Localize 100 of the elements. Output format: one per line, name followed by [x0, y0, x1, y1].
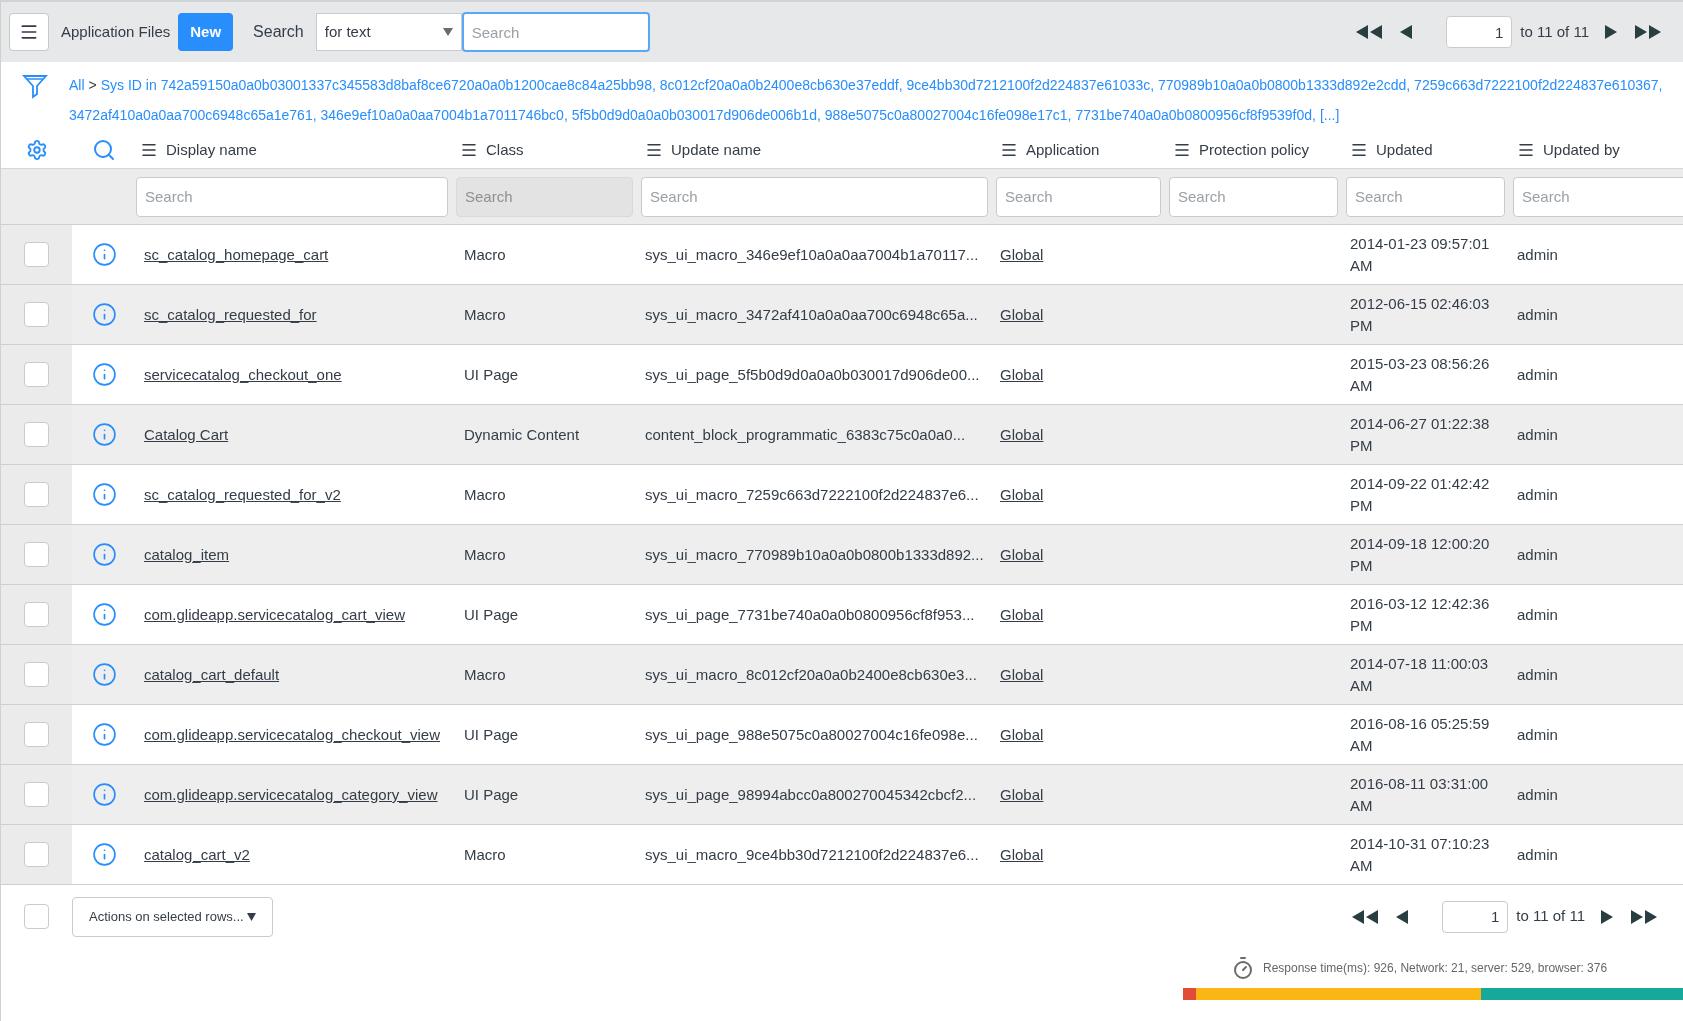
info-icon[interactable]	[91, 782, 117, 807]
column-search-field[interactable]: Search	[136, 176, 448, 217]
display-name-link[interactable]: Catalog Cart	[144, 425, 229, 443]
info-icon[interactable]	[91, 842, 117, 867]
application-link[interactable]: Global	[1000, 785, 1044, 803]
next-page-icon[interactable]	[1605, 23, 1619, 41]
application-link[interactable]: Global	[1000, 605, 1044, 623]
display-name-link[interactable]: catalog_cart_default	[144, 665, 280, 683]
filter-icon[interactable]	[21, 72, 49, 100]
application-link[interactable]: Global	[1000, 245, 1044, 263]
table-row[interactable]: Catalog Cart Dynamic Content content_block_programmatic_6383c75c0a0a0... Global 2014-06-27 01:22:38 PM admin	[1, 404, 1683, 464]
menu-button[interactable]	[9, 13, 49, 51]
table-row[interactable]: catalog_cart_default Macro sys_ui_macro_8c012cf20a0a0b2400e8cb630e3... Global 2014-07-18 11:00:03 AM admin	[1, 644, 1683, 704]
application-link[interactable]: Global	[1000, 365, 1044, 383]
row-checkbox[interactable]	[24, 362, 49, 387]
settings-icon[interactable]	[25, 139, 48, 161]
application-link[interactable]: Global	[1000, 305, 1044, 323]
display-name-link[interactable]: servicecatalog_checkout_one	[144, 365, 342, 383]
info-icon[interactable]	[91, 302, 117, 327]
table-row[interactable]: servicecatalog_checkout_one UI Page sys_ui_page_5f5b0d9d0a0a0b030017d906de00... Global 2015-03-23 08:56:26 AM admin	[1, 344, 1683, 404]
display-name-link[interactable]: com.glideapp.servicecatalog_category_view	[144, 785, 438, 803]
info-icon[interactable]	[91, 722, 117, 747]
display-name-link[interactable]: com.glideapp.servicecatalog_checkout_view	[144, 725, 440, 743]
column-search-field[interactable]: Search	[1346, 176, 1505, 217]
table-row[interactable]: sc_catalog_requested_for Macro sys_ui_macro_3472af410a0a0aa700c6948c65a... Global 2012-06-15 02:46:03 PM admin	[1, 284, 1683, 344]
application-link[interactable]: Global	[1000, 725, 1044, 743]
row-checkbox[interactable]	[24, 904, 49, 929]
column-menu-icon[interactable]	[1173, 141, 1191, 159]
table-row[interactable]: com.glideapp.servicecatalog_category_view UI Page sys_ui_page_98994abcc0a800270045342cbcf2... Global 2016-08-11 03:31:00 AM admin	[1, 764, 1683, 824]
row-checkbox[interactable]	[24, 302, 49, 327]
column-search-field[interactable]: Search	[1513, 176, 1683, 217]
column-header[interactable]: Application	[1026, 138, 1100, 162]
table-cell-text: 2014-06-27 01:22:38 PM	[1350, 413, 1491, 456]
row-checkbox[interactable]	[24, 722, 49, 747]
table-row[interactable]: sc_catalog_homepage_cart Macro sys_ui_macro_346e9ef10a0a0aa7004b1a70117... Global 2014-01-23 09:57:01 AM admin	[1, 224, 1683, 284]
table-row[interactable]: catalog_item Macro sys_ui_macro_770989b10a0a0b0800b1333d892... Global 2014-09-18 12:00:20 PM admin	[1, 524, 1683, 584]
column-search-field[interactable]: Search	[1169, 176, 1338, 217]
info-icon[interactable]	[91, 482, 117, 507]
column-header[interactable]: Updated by	[1543, 138, 1620, 162]
column-menu-icon[interactable]	[460, 141, 478, 159]
actions-dropdown[interactable]: Actions on selected rows...	[72, 896, 273, 937]
application-link[interactable]: Global	[1000, 485, 1044, 503]
table-cell: sys_ui_page_7731be740a0a0b0800956cf8f953...	[645, 605, 975, 623]
last-page-icon[interactable]	[1631, 907, 1659, 926]
display-name-link[interactable]: catalog_cart_v2	[144, 845, 250, 863]
row-checkbox[interactable]	[24, 782, 49, 807]
page-number-field[interactable]: 1	[1442, 900, 1509, 933]
first-page-icon[interactable]	[1352, 907, 1381, 926]
column-menu-icon[interactable]	[140, 141, 158, 159]
display-name-link[interactable]: catalog_item	[144, 545, 230, 563]
search-icon[interactable]	[92, 138, 116, 162]
table-row[interactable]: sc_catalog_requested_for_v2 Macro sys_ui_macro_7259c663d7222100f2d224837e6... Global 2014-09-22 01:42:42 PM admin	[1, 464, 1683, 524]
menu-icon	[19, 22, 39, 42]
row-checkbox[interactable]	[24, 242, 49, 267]
display-name-link[interactable]: sc_catalog_requested_for_v2	[144, 485, 341, 503]
search-type-dropdown[interactable]: for text	[315, 13, 462, 51]
previous-page-icon[interactable]	[1400, 23, 1415, 41]
next-page-icon[interactable]	[1601, 907, 1615, 926]
table-cell: admin	[1517, 665, 1558, 683]
application-link[interactable]: Global	[1000, 545, 1044, 563]
column-header[interactable]: Updated	[1376, 138, 1433, 162]
row-checkbox[interactable]	[24, 662, 49, 687]
application-link[interactable]: Global	[1000, 665, 1044, 683]
application-link[interactable]: Global	[1000, 425, 1044, 443]
page-number-field[interactable]: 1	[1446, 16, 1513, 48]
column-header[interactable]: Display name	[166, 138, 257, 162]
table-row[interactable]: catalog_cart_v2 Macro sys_ui_macro_9ce4bb30d7212100f2d224837e6... Global 2014-10-31 07:10:23 AM admin	[1, 824, 1683, 884]
first-page-icon[interactable]	[1356, 23, 1385, 41]
info-icon[interactable]	[91, 602, 117, 627]
last-page-icon[interactable]	[1635, 23, 1663, 41]
column-menu-icon[interactable]	[1350, 141, 1368, 159]
table-cell-text: 2016-03-12 12:42:36 PM	[1350, 593, 1491, 636]
table-row[interactable]: com.glideapp.servicecatalog_cart_view UI Page sys_ui_page_7731be740a0a0b0800956cf8f953... Global 2016-03-12 12:42:36 PM admin	[1, 584, 1683, 644]
info-icon[interactable]	[91, 422, 117, 447]
row-checkbox[interactable]	[24, 482, 49, 507]
row-checkbox[interactable]	[24, 602, 49, 627]
column-menu-icon[interactable]	[1000, 141, 1018, 159]
previous-page-icon[interactable]	[1396, 907, 1411, 926]
column-search-field[interactable]: Search	[996, 176, 1161, 217]
row-checkbox[interactable]	[24, 542, 49, 567]
table-row[interactable]: com.glideapp.servicecatalog_checkout_view UI Page sys_ui_page_988e5075c0a80027004c16fe098e... Global 2016-08-16 05:25:59 AM admin	[1, 704, 1683, 764]
display-name-link[interactable]: sc_catalog_homepage_cart	[144, 245, 329, 263]
info-icon[interactable]	[91, 662, 117, 687]
info-icon[interactable]	[91, 362, 117, 387]
application-link[interactable]: Global	[1000, 845, 1044, 863]
column-header[interactable]: Protection policy	[1199, 138, 1310, 162]
row-checkbox[interactable]	[24, 422, 49, 447]
display-name-link[interactable]: com.glideapp.servicecatalog_cart_view	[144, 605, 405, 623]
search-field[interactable]: Search	[461, 12, 650, 52]
display-name-link[interactable]: sc_catalog_requested_for	[144, 305, 317, 323]
info-icon[interactable]	[91, 242, 117, 267]
column-search-field[interactable]: Search	[641, 176, 988, 217]
info-icon[interactable]	[91, 542, 117, 567]
table-cell: content_block_programmatic_6383c75c0a0a0...	[645, 425, 966, 443]
column-header[interactable]: Class	[486, 138, 524, 162]
row-checkbox[interactable]	[24, 842, 49, 867]
column-menu-icon[interactable]	[645, 141, 663, 159]
table-cell-text: 2015-03-23 08:56:26 AM	[1350, 353, 1491, 396]
column-menu-icon[interactable]	[1517, 141, 1535, 159]
column-header[interactable]: Update name	[671, 138, 762, 162]
